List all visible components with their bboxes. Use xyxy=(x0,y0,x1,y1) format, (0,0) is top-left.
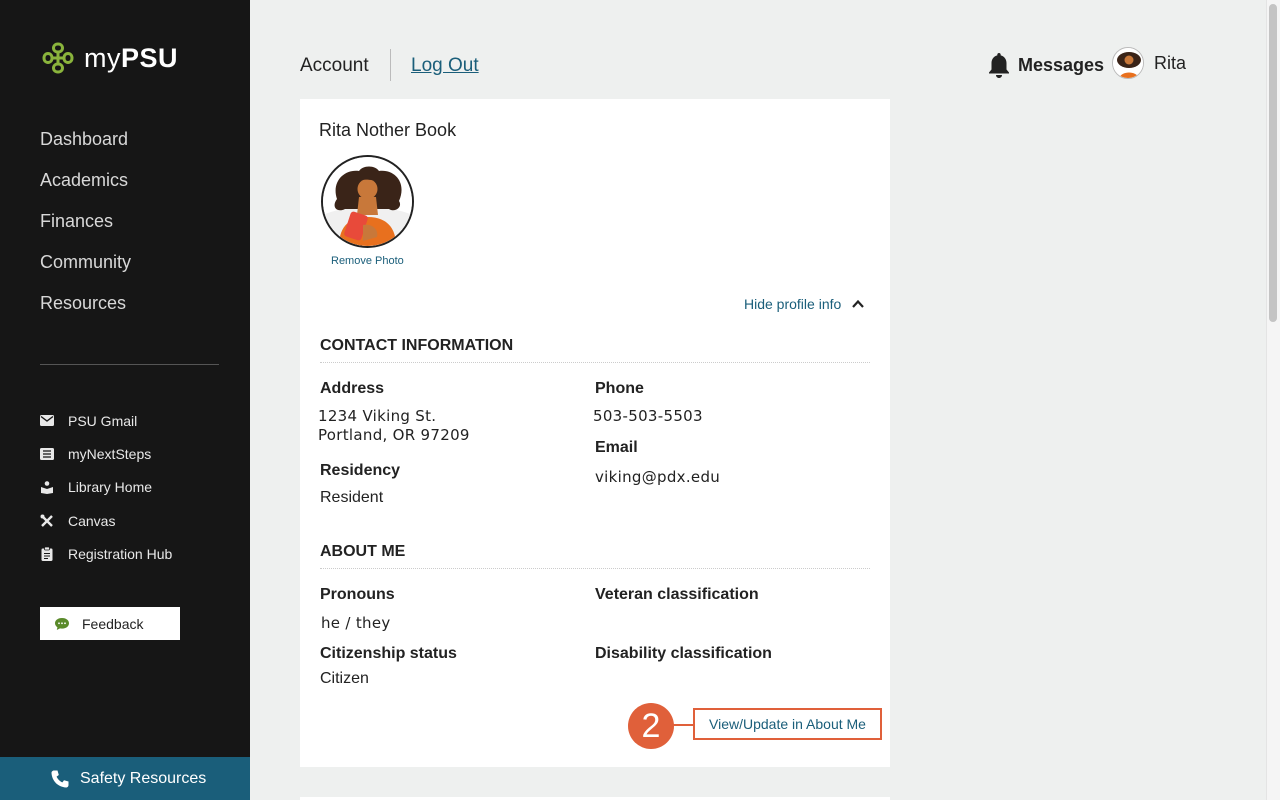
pronouns-label: Pronouns xyxy=(320,586,395,603)
nav-item-community[interactable]: Community xyxy=(40,249,131,290)
residency-value: Resident xyxy=(320,489,384,506)
main-nav: Dashboard Academics Finances Community R… xyxy=(40,126,131,331)
scrollbar-thumb[interactable] xyxy=(1269,4,1277,322)
nav-item-academics[interactable]: Academics xyxy=(40,167,131,208)
address-line1: 1234 Viking St. xyxy=(318,407,437,425)
contact-section-title: CONTACT INFORMATION xyxy=(320,337,514,354)
mypsu-logo[interactable]: myPSU xyxy=(40,40,178,76)
bell-icon xyxy=(989,53,1009,78)
quick-links: PSU Gmail myNextSteps Library Home Canva… xyxy=(40,404,172,570)
account-label: Account xyxy=(300,55,369,76)
link-label: PSU Gmail xyxy=(68,412,138,429)
sidebar-divider xyxy=(40,364,219,365)
about-section-title: ABOUT ME xyxy=(320,543,406,560)
link-library-home[interactable]: Library Home xyxy=(40,471,172,504)
email-value: viking@pdx.edu xyxy=(595,468,721,486)
messages-button[interactable]: Messages xyxy=(986,51,1104,79)
step-marker-connector xyxy=(672,724,694,726)
pronouns-value: he / they xyxy=(321,614,391,632)
nav-item-finances[interactable]: Finances xyxy=(40,208,131,249)
list-icon xyxy=(40,447,54,461)
step-marker: 2 xyxy=(628,703,674,749)
brand-prefix: my xyxy=(84,42,121,73)
tools-icon xyxy=(40,514,54,528)
hide-profile-info-toggle[interactable]: Hide profile info xyxy=(744,296,865,312)
profile-name: Rita Nother Book xyxy=(319,120,457,140)
link-label: Library Home xyxy=(68,479,153,496)
library-icon xyxy=(40,480,54,495)
link-registration-hub[interactable]: Registration Hub xyxy=(40,537,172,570)
logout-link[interactable]: Log Out xyxy=(411,55,479,77)
view-update-about-me-link[interactable]: View/Update in About Me xyxy=(693,708,882,740)
phone-value: 503-503-5503 xyxy=(593,407,703,425)
page-scrollbar[interactable] xyxy=(1266,0,1280,800)
profile-photo xyxy=(321,155,414,248)
veteran-label: Veteran classification xyxy=(595,586,759,603)
feedback-label: Feedback xyxy=(82,615,144,632)
profile-card: Rita Nother Book Remove Photo Hide profi… xyxy=(300,99,890,767)
topbar-divider xyxy=(390,49,391,81)
feedback-button[interactable]: Feedback xyxy=(40,607,180,640)
safety-resources-button[interactable]: Safety Resources xyxy=(0,757,250,800)
disability-label: Disability classification xyxy=(595,645,772,662)
hide-info-label: Hide profile info xyxy=(744,296,842,312)
clipboard-icon xyxy=(40,546,54,561)
link-canvas[interactable]: Canvas xyxy=(40,504,172,537)
safety-label: Safety Resources xyxy=(80,769,207,787)
email-label: Email xyxy=(595,439,638,456)
psu-logo-icon xyxy=(42,42,74,74)
user-menu[interactable]: Rita xyxy=(1112,47,1186,79)
nav-item-resources[interactable]: Resources xyxy=(40,290,131,331)
phone-label: Phone xyxy=(595,380,644,397)
phone-icon xyxy=(51,770,69,787)
envelope-icon xyxy=(40,414,54,428)
citizenship-value: Citizen xyxy=(320,670,369,687)
link-label: Registration Hub xyxy=(68,545,173,562)
nav-item-dashboard[interactable]: Dashboard xyxy=(40,126,131,167)
link-label: Canvas xyxy=(68,512,116,529)
contact-section-divider xyxy=(320,362,870,363)
brand-bold: PSU xyxy=(121,42,179,73)
sidebar: myPSU Dashboard Academics Finances Commu… xyxy=(0,0,250,800)
avatar xyxy=(1112,47,1144,79)
link-mynextsteps[interactable]: myNextSteps xyxy=(40,437,172,470)
about-section-divider xyxy=(320,568,870,569)
chevron-up-icon xyxy=(852,299,865,308)
residency-label: Residency xyxy=(320,462,401,479)
address-label: Address xyxy=(320,380,385,397)
messages-label: Messages xyxy=(1018,54,1105,75)
link-label: myNextSteps xyxy=(68,445,152,462)
citizenship-label: Citizenship status xyxy=(320,645,457,662)
link-psu-gmail[interactable]: PSU Gmail xyxy=(40,404,172,437)
user-name: Rita xyxy=(1154,52,1187,73)
chat-bubble-icon xyxy=(55,617,69,630)
remove-photo-link[interactable]: Remove Photo xyxy=(331,255,404,267)
address-line2: Portland, OR 97209 xyxy=(318,426,470,444)
